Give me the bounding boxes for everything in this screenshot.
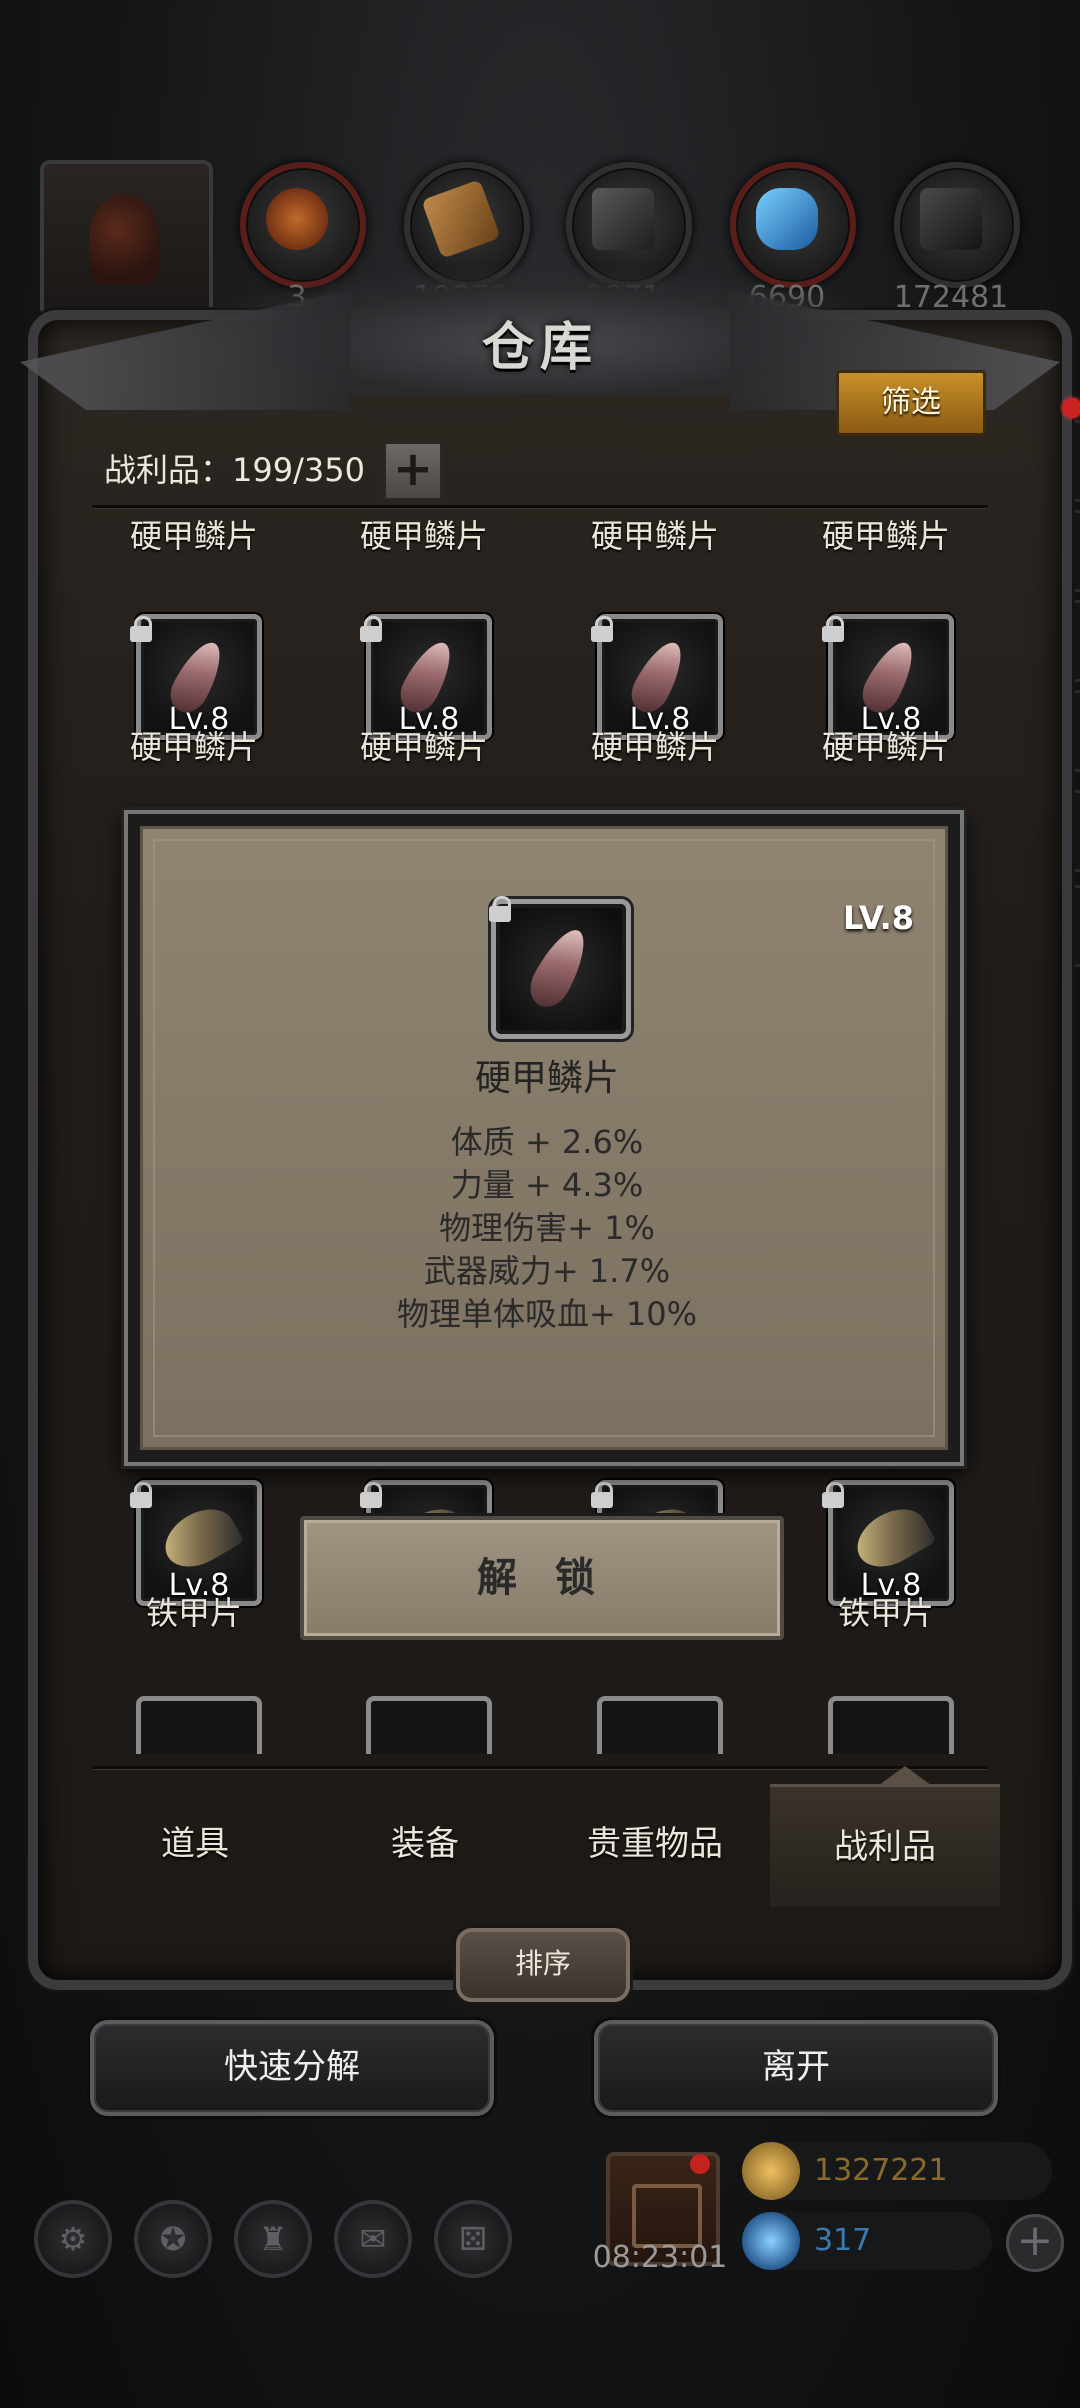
popup-level: LV.8 [843,899,915,937]
lock-icon [591,1482,615,1508]
divider [92,505,988,508]
partial-row [92,1692,988,1754]
item-slot[interactable] [597,1696,723,1754]
settings-icon[interactable]: ⚙ [34,2200,112,2278]
stat-line: 物理伤害+ 1% [439,1209,655,1247]
iron-ingot-icon [592,188,654,250]
wood-plank-icon [421,179,501,259]
tab-loot[interactable]: 战利品 [770,1784,1000,1907]
stat-line: 物理单体吸血+ 10% [396,1295,698,1333]
item-name: 铁甲片 [837,1594,934,1632]
lock-icon [130,616,154,642]
dice-icon[interactable]: ⚄ [434,2200,512,2278]
stat-line: 力量 + 4.3% [450,1166,644,1204]
lock-icon [822,616,846,642]
item-name: 硬甲鳞片 [129,728,258,766]
stat-line: 体质 + 2.6% [450,1123,644,1161]
gem-counter: 317 [742,2212,992,2270]
lock-icon [360,1482,384,1508]
lock-icon [130,1482,154,1508]
item-name: 硬甲鳞片 [590,517,719,555]
item-name: 硬甲鳞片 [821,517,950,555]
category-tabs: 道具 装备 贵重物品 战利品 [80,1784,1000,1907]
gem-value: 317 [814,2223,872,2258]
item-detail-popup: LV.8 硬甲鳞片 体质 + 2.6% 力量 + 4.3% 物理伤害+ 1% 武… [124,810,964,1466]
gold-value: 1327221 [814,2153,948,2188]
item-name: 硬甲鳞片 [129,517,258,555]
resource-steel[interactable]: 172481 [886,150,1020,320]
tab-valuables[interactable]: 贵重物品 [540,1784,770,1904]
leave-button[interactable]: 离开 [594,2020,998,2116]
expand-capacity-button[interactable]: + [383,441,443,501]
item-slot[interactable] [828,1696,954,1754]
pentagram-icon[interactable]: ✪ [134,2200,212,2278]
hooded-character-icon [89,194,159,284]
iron-claw-icon [847,1497,937,1579]
sort-button[interactable]: 排序 [456,1928,630,2002]
item-name: 硬甲鳞片 [590,728,719,766]
lock-icon [822,1482,846,1508]
page-title: 仓库 [481,317,598,378]
item-slot[interactable] [366,1696,492,1754]
tab-items[interactable]: 道具 [80,1784,310,1904]
loot-capacity: 战利品：199/350 [104,451,365,489]
divider [92,1766,988,1769]
popup-body: LV.8 硬甲鳞片 体质 + 2.6% 力量 + 4.3% 物理伤害+ 1% 武… [140,826,948,1450]
warehouse-screen: 3 10870 2071 6690 172481 [0,0,1080,2408]
add-currency-button[interactable]: + [1006,2214,1064,2272]
item-name: 硬甲鳞片 [359,728,488,766]
filter-button[interactable]: 筛选 [836,370,986,436]
mail-icon[interactable]: ✉ [334,2200,412,2278]
iron-claw-icon [155,1497,245,1579]
item-name: 铁甲片 [145,1594,242,1632]
popup-stats: 体质 + 2.6% 力量 + 4.3% 物理伤害+ 1% 武器威力+ 1.7% … [143,1121,951,1336]
item-slot[interactable] [136,1696,262,1754]
unlock-button[interactable]: 解 锁 [300,1516,784,1640]
notification-dot [1062,398,1080,418]
item-name: 硬甲鳞片 [821,728,950,766]
quick-disassemble-button[interactable]: 快速分解 [90,2020,494,2116]
resource-ring [894,162,1020,288]
scale-feather-icon [522,921,596,1015]
leather-roll-icon [266,188,328,250]
gold-counter: 1327221 [742,2142,1052,2200]
item-name: 硬甲鳞片 [359,517,488,555]
notification-dot [690,2154,710,2174]
gift-timer: 08:23:01 [592,2240,728,2275]
character-icon[interactable]: ♜ [234,2200,312,2278]
blue-crystal-icon [756,188,818,250]
steel-bar-icon [920,188,982,250]
tab-equipment[interactable]: 装备 [310,1784,540,1904]
popup-item-name: 硬甲鳞片 [474,1058,619,1099]
lock-icon [591,616,615,642]
gem-icon [742,2212,800,2270]
lock-icon [489,896,513,922]
gold-coin-icon [742,2142,800,2200]
stat-line: 武器威力+ 1.7% [423,1252,671,1290]
lock-icon [360,616,384,642]
